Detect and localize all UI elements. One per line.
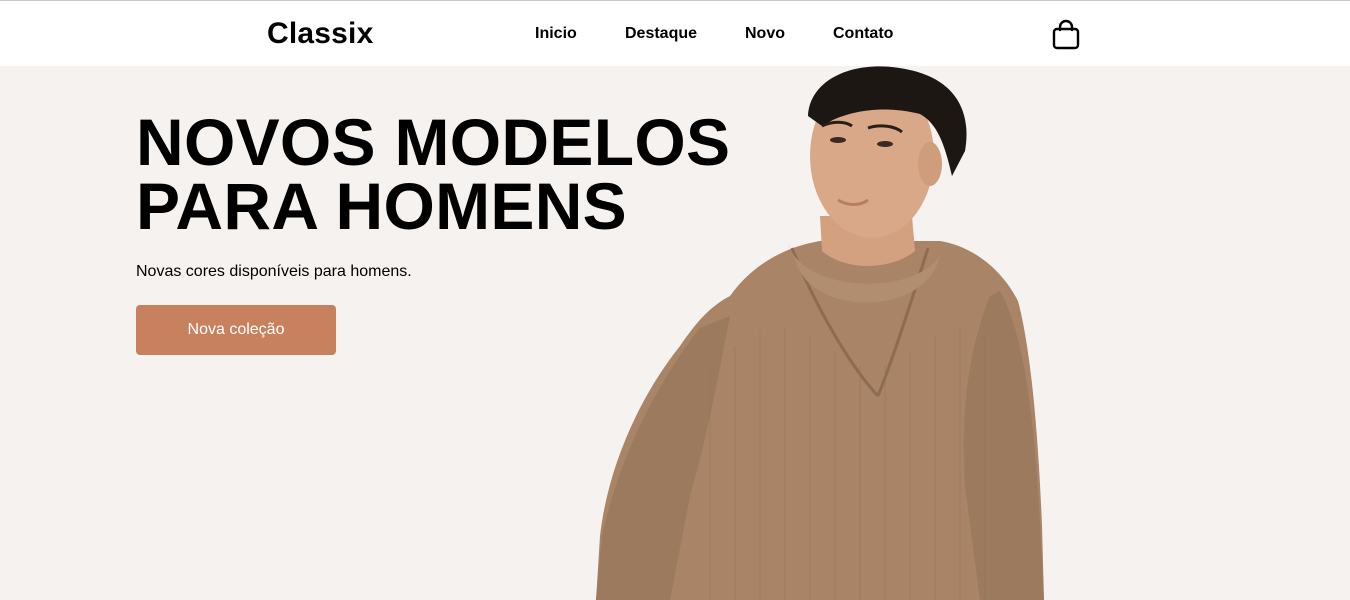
nav-link-contato[interactable]: Contato [833, 25, 893, 43]
hero-model-image [596, 66, 1044, 600]
logo[interactable]: Classix [267, 17, 373, 51]
nav-link-inicio[interactable]: Inicio [535, 25, 577, 43]
new-collection-button[interactable]: Nova coleção [136, 305, 336, 355]
nav-link-destaque[interactable]: Destaque [625, 25, 697, 43]
nav-link-novo[interactable]: Novo [745, 25, 785, 43]
site-header: Classix Inicio Destaque Novo Contato [0, 1, 1350, 66]
hero-subtitle: Novas cores disponíveis para homens. [136, 263, 412, 280]
shopping-bag-icon[interactable] [1051, 19, 1081, 51]
